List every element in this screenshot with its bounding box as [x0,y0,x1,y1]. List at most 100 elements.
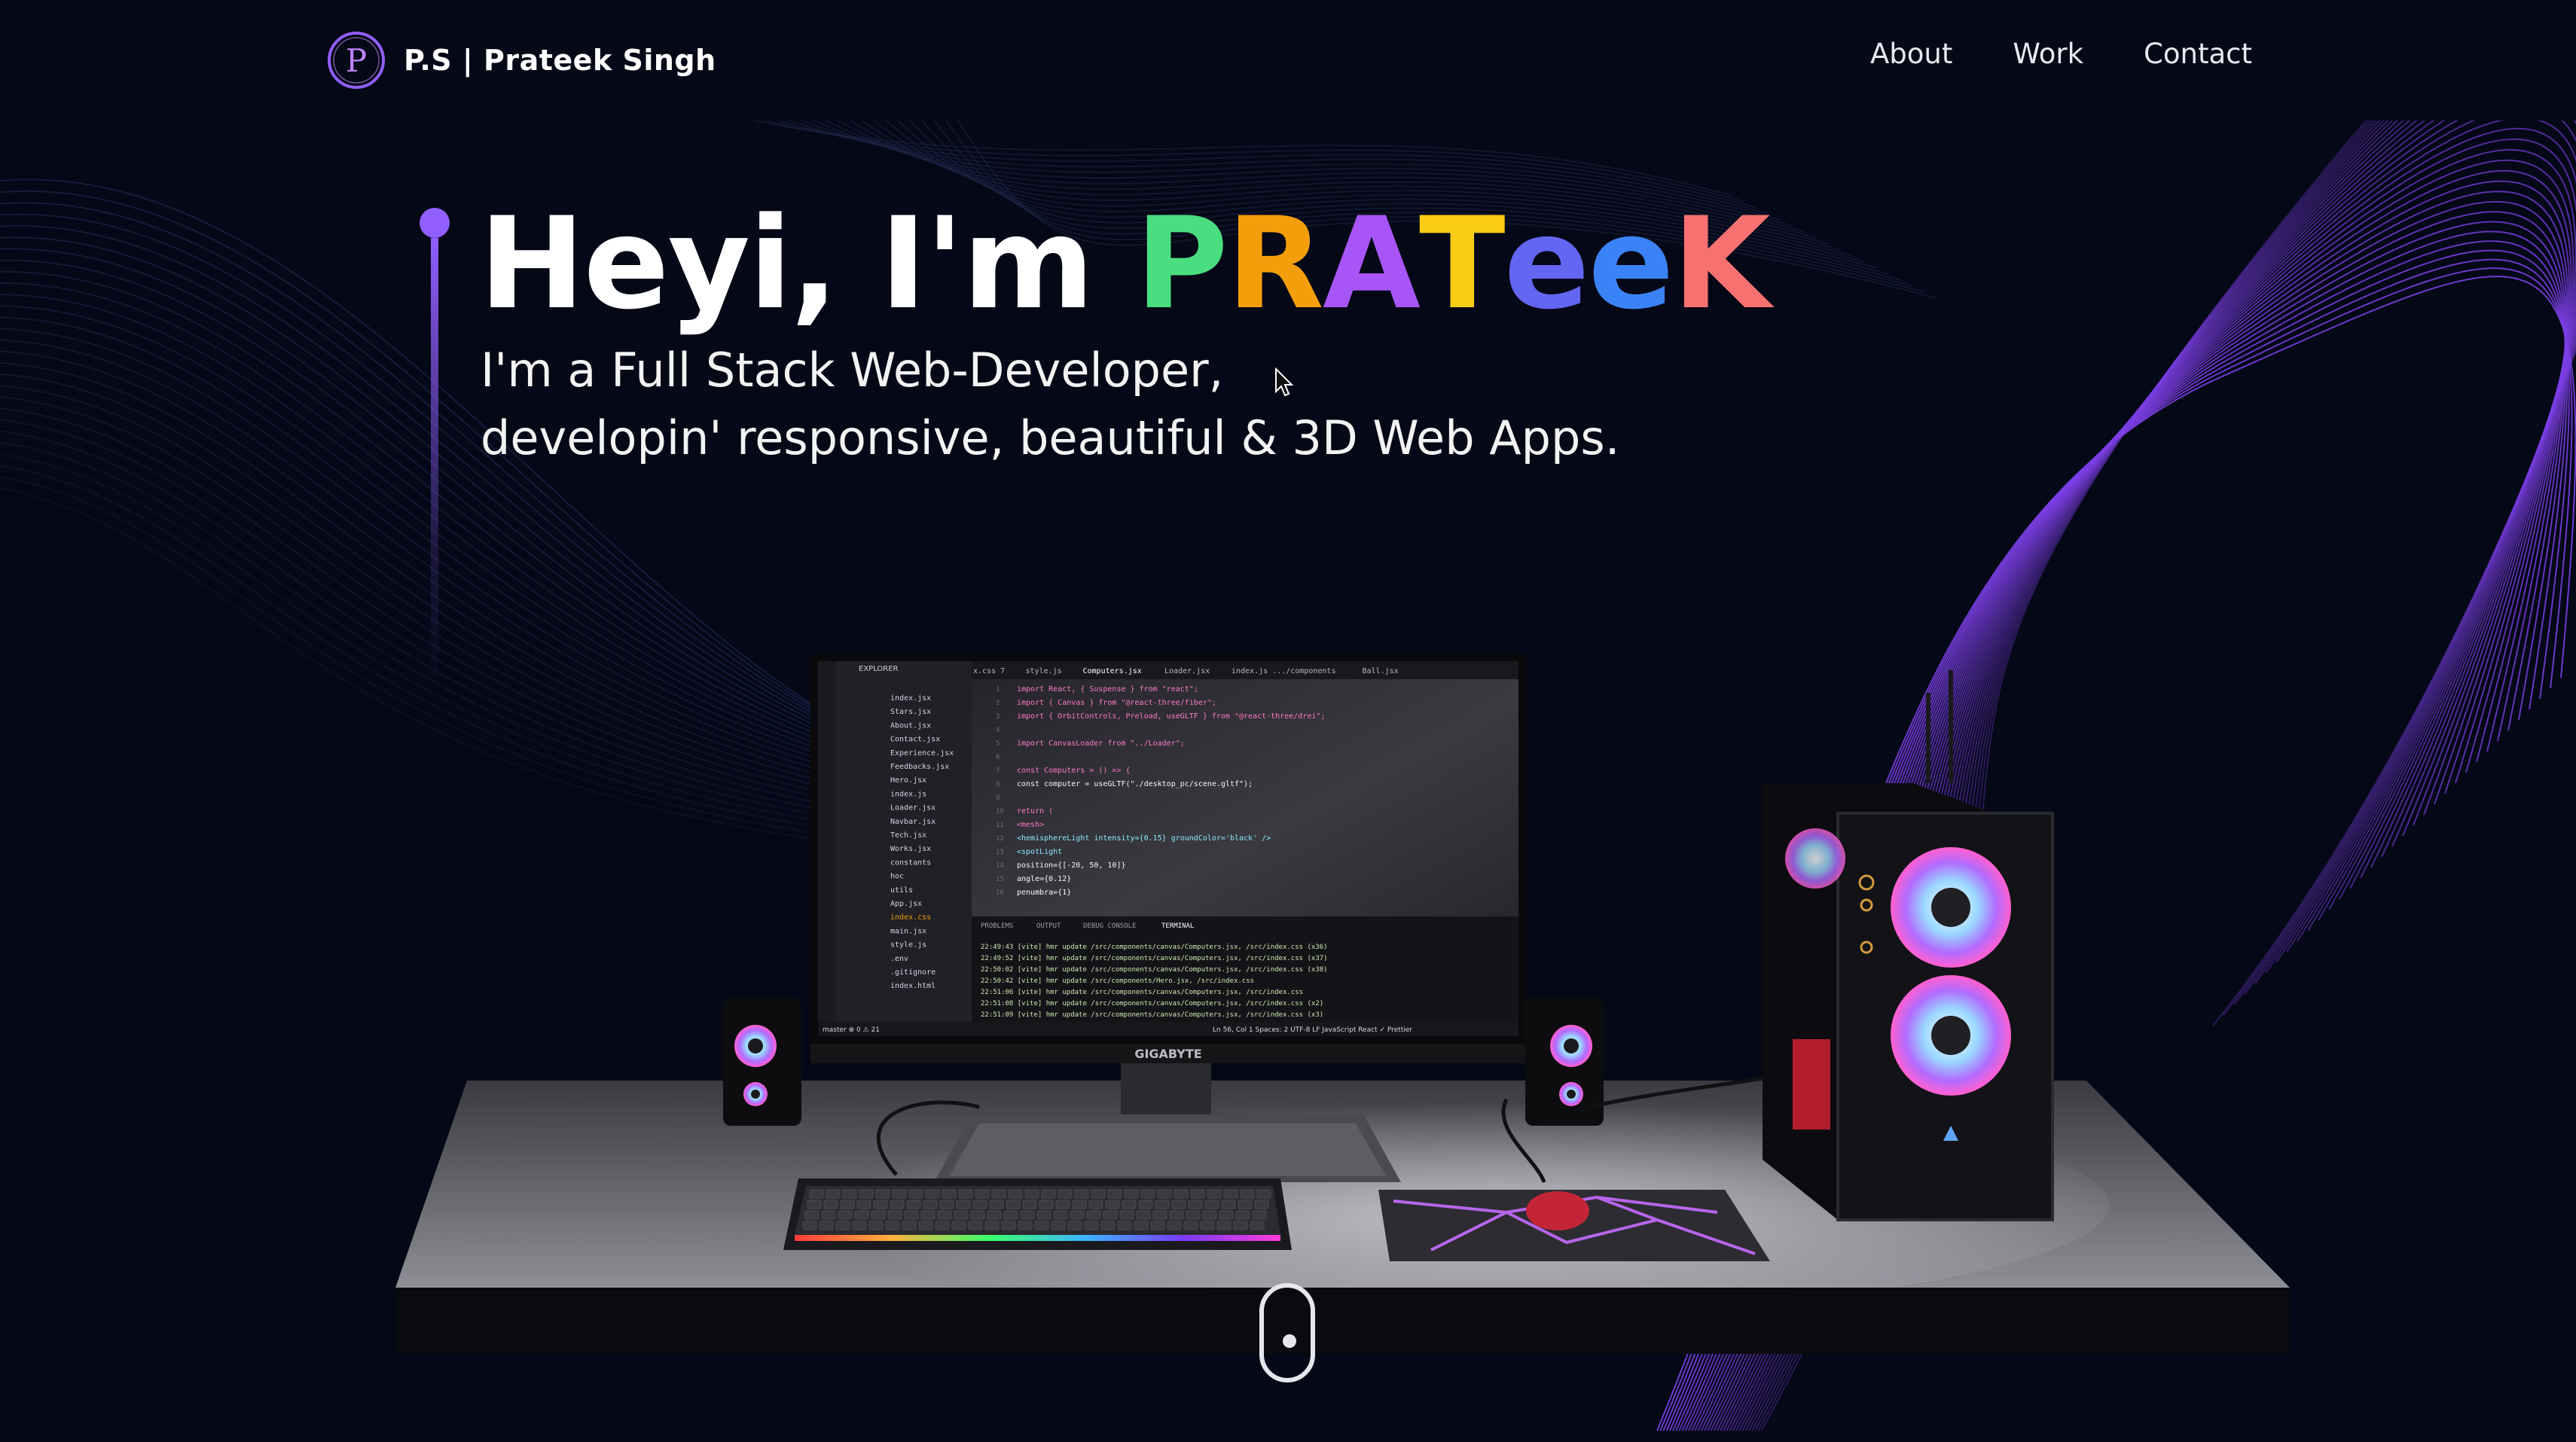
keyboard-key [939,1200,954,1209]
hero-subtitle-line1: I'm a Full Stack Web-Developer, [481,343,1224,398]
keyboard-key [1055,1200,1070,1209]
panel-tab: TERMINAL [1161,922,1194,930]
keyboard-key [972,1200,987,1209]
line-number: 9 [996,794,1000,802]
nav-contact[interactable]: Contact [2144,38,2252,70]
explorer-file: Loader.jsx [890,804,935,812]
panel-tab: OUTPUT [1036,922,1061,930]
keyboard-key [856,1200,871,1209]
hero-name-letter: T [1418,190,1506,337]
keyboard-key [918,1221,933,1230]
keyboard-key [840,1200,855,1209]
explorer-file: Works.jsx [890,845,931,853]
keyboard-key [1207,1189,1222,1199]
explorer-title: EXPLORER [859,665,899,673]
gaming-mouse [1526,1191,1589,1230]
keyboard-key [873,1200,888,1209]
explorer-file: About.jsx [890,721,931,730]
brand[interactable]: P P.S | Prateek Singh [325,29,716,92]
code-line: import { Canvas } from "@react-three/fib… [1017,699,1216,707]
keyboard-key [1020,1210,1035,1220]
keyboard-key [1221,1200,1236,1209]
hero-name-letter: e [1588,190,1674,337]
keyboard-key [807,1200,822,1209]
explorer-file: index.jsx [890,694,931,703]
code-line: import CanvasLoader from "../Loader"; [1017,739,1185,748]
keyboard-key [984,1221,1000,1230]
keyboard-key [987,1210,1002,1220]
keyboard-key [1074,1189,1089,1199]
keyboard-key [1235,1210,1250,1220]
keyboard-key [887,1210,902,1220]
keyboard-key [1008,1189,1023,1199]
hero-greeting: Heyi, I'm [479,190,1136,337]
keyboard-key [1034,1221,1049,1230]
nav-work[interactable]: Work [2013,38,2083,70]
keyboard-key [1086,1210,1101,1220]
keyboard-key [1190,1189,1205,1199]
keyboard-key [1250,1221,1265,1230]
keyboard-key [1240,1189,1255,1199]
keyboard-key [1105,1200,1120,1209]
monitor-brand: GIGABYTE [1134,1047,1201,1061]
keyboard-key [854,1210,869,1220]
scroll-indicator-icon[interactable] [1259,1283,1315,1383]
explorer-file: constants [890,858,931,867]
keyboard-key [975,1189,990,1199]
keyboard-key [1238,1200,1253,1209]
keyboard-key [819,1221,834,1230]
nav-about[interactable]: About [1870,38,1952,70]
keyboard-key [1117,1221,1132,1230]
keyboard-key [1233,1221,1248,1230]
keyboard-key [821,1210,836,1220]
explorer-file: Hero.jsx [890,776,926,785]
keyboard-key [838,1210,853,1220]
keyboard-key [875,1189,890,1199]
nav-links: About Work Contact [1870,38,2252,70]
scroll-indicator-dot [1283,1334,1296,1348]
explorer-file: utils [890,886,913,895]
line-number: 3 [996,713,1000,721]
line-number: 7 [996,767,1000,775]
line-number: 13 [996,849,1004,856]
explorer-file: main.jsx [890,927,926,935]
line-number: 14 [996,862,1004,870]
keyboard-key [1003,1210,1018,1220]
explorer-file: index.js [890,790,926,798]
hero-name-letter: R [1226,190,1324,337]
keyboard-key [1169,1210,1184,1220]
keyboard-key [1219,1210,1234,1220]
keyboard-key [1067,1221,1082,1230]
keyboard-key [892,1189,907,1199]
pc-tower [1763,670,2054,1221]
keyboard-key [871,1210,886,1220]
desk-front [395,1288,2290,1354]
keyboard-key [908,1189,923,1199]
keyboard-key [935,1221,950,1230]
left-speaker [723,998,801,1126]
keyboard-key [1200,1221,1215,1230]
line-number: 16 [996,889,1004,897]
explorer-file: Tech.jsx [890,831,926,840]
keyboard-key [1024,1189,1039,1199]
keyboard-key [968,1221,983,1230]
code-line: <mesh> [1017,821,1044,829]
hero-name-letter: P [1135,190,1228,337]
code-line: <spotLight [1017,848,1062,856]
keyboard-key [852,1221,867,1230]
keyboard-key [1006,1200,1021,1209]
keyboard-key [1051,1221,1066,1230]
terminal-line: 22:49:43 [vite] hmr update /src/componen… [981,944,1328,951]
keyboard-key [826,1189,841,1199]
editor-tab: x.css 7 [973,667,1005,675]
explorer-file: Experience.jsx [890,749,954,758]
line-number: 11 [996,822,1004,829]
explorer-file: hoc [890,873,904,881]
navbar: P P.S | Prateek Singh About Work Contact [0,0,2576,120]
line-number: 2 [996,700,1000,707]
svg-text:P: P [346,42,367,79]
keyboard-key [1058,1189,1073,1199]
keyboard-key [923,1200,938,1209]
editor-tab: Loader.jsx [1164,667,1210,675]
keyboard-key [802,1221,817,1230]
